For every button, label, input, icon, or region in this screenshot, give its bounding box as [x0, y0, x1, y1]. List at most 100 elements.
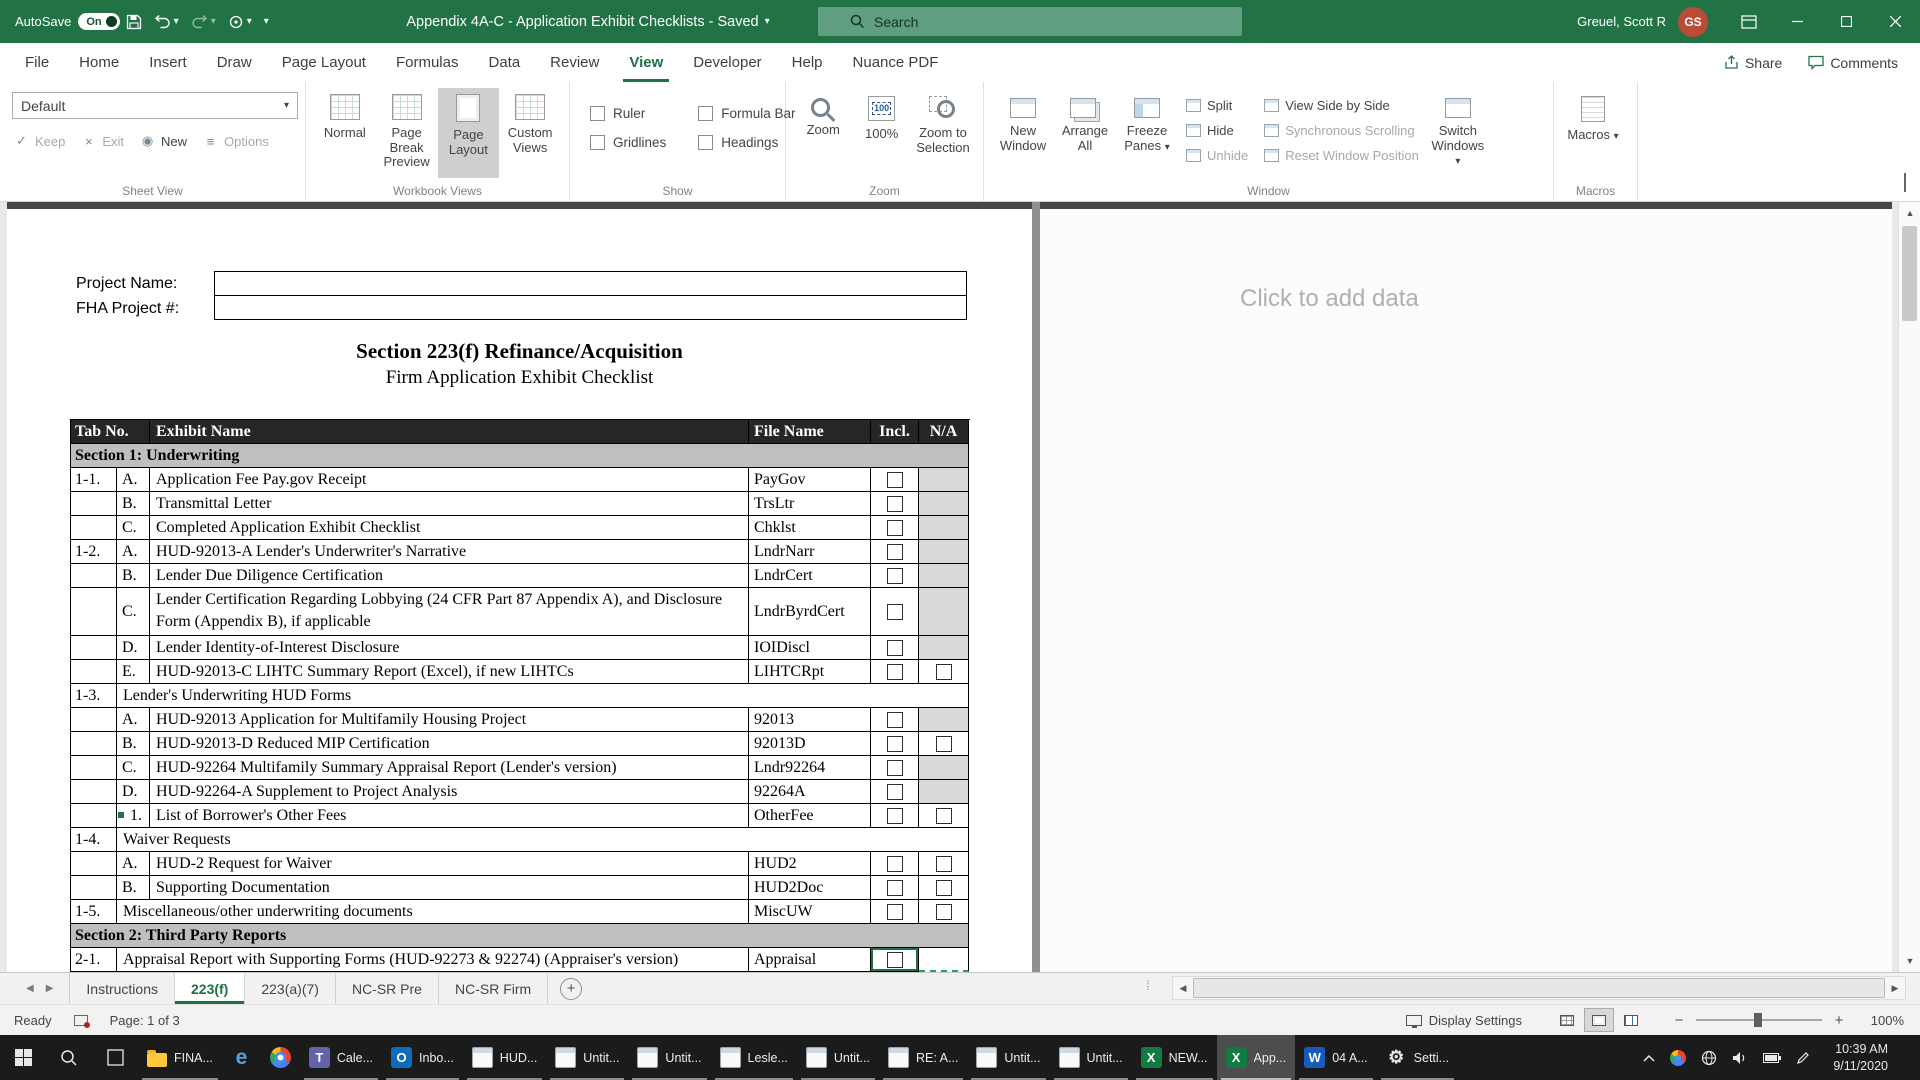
cell-tab-no[interactable] — [71, 588, 117, 636]
cell-sub-letter[interactable]: A. — [117, 540, 150, 564]
cell-na[interactable] — [919, 708, 969, 732]
tab-file[interactable]: File — [10, 43, 64, 82]
taskbar-app-cale-3[interactable]: TCale... — [300, 1035, 382, 1080]
cell-exhibit-name[interactable]: Waiver Requests — [117, 828, 969, 852]
cell-na[interactable] — [919, 660, 969, 684]
incl-checkbox[interactable] — [887, 856, 903, 872]
cell-exhibit-name[interactable]: HUD-92013-D Reduced MIP Certification — [150, 732, 749, 756]
taskbar-app-untit-11[interactable]: Untit... — [967, 1035, 1049, 1080]
status-page-break-button[interactable] — [1616, 1008, 1646, 1032]
start-button[interactable] — [0, 1035, 46, 1080]
redo-button[interactable]: ▾ — [185, 0, 222, 43]
incl-checkbox[interactable] — [887, 904, 903, 920]
cell-sub-letter[interactable]: A. — [117, 852, 150, 876]
view-side-by-side-button[interactable]: View Side by Side — [1264, 98, 1419, 113]
page-layout-view-button[interactable]: Page Layout — [438, 88, 500, 178]
avatar[interactable]: GS — [1678, 7, 1708, 37]
user-name[interactable]: Greuel, Scott R — [1577, 14, 1666, 29]
incl-checkbox[interactable] — [887, 496, 903, 512]
new-sheet-button[interactable]: + — [560, 978, 582, 1000]
synchronous-scrolling-button[interactable]: Synchronous Scrolling — [1264, 123, 1419, 138]
status-page-layout-button[interactable] — [1584, 1008, 1614, 1032]
cell-file-name[interactable]: 92013D — [749, 732, 871, 756]
taskbar-app-rea-10[interactable]: RE: A... — [879, 1035, 967, 1080]
quick-access-chevron[interactable]: ▾ — [247, 17, 252, 27]
cell-na[interactable] — [919, 780, 969, 804]
taskbar-app-04a-15[interactable]: W04 A... — [1295, 1035, 1376, 1080]
tab-draw[interactable]: Draw — [202, 43, 267, 82]
cell-sub-letter[interactable]: C. — [117, 756, 150, 780]
tab-help[interactable]: Help — [777, 43, 838, 82]
taskbar-app-hud-5[interactable]: HUD... — [463, 1035, 547, 1080]
minimize-button[interactable] — [1773, 0, 1822, 43]
cell-file-name[interactable]: 92264A — [749, 780, 871, 804]
cell-tab-no[interactable] — [71, 516, 117, 540]
tab-home[interactable]: Home — [64, 43, 134, 82]
arrange-all-button[interactable]: Arrange All — [1054, 88, 1116, 178]
share-button[interactable]: Share — [1724, 55, 1782, 71]
cell-sub-letter[interactable]: C. — [117, 588, 150, 636]
incl-checkbox[interactable] — [887, 604, 903, 620]
taskbar-app-lesle-8[interactable]: Lesle... — [711, 1035, 797, 1080]
cell-tab-no[interactable] — [71, 660, 117, 684]
incl-checkbox[interactable] — [887, 544, 903, 560]
tray-chrome-icon[interactable] — [1670, 1050, 1686, 1066]
ruler-checkbox[interactable]: Ruler — [590, 106, 666, 121]
cell-na[interactable] — [919, 756, 969, 780]
cell-na[interactable] — [919, 732, 969, 756]
cell-exhibit-name[interactable]: Lender Due Diligence Certification — [150, 564, 749, 588]
cell-file-name[interactable]: LndrNarr — [749, 540, 871, 564]
zoom-in-button[interactable]: + — [1832, 1012, 1846, 1029]
close-button[interactable] — [1871, 0, 1920, 43]
cell-exhibit-name[interactable]: HUD-2 Request for Waiver — [150, 852, 749, 876]
cell-na[interactable] — [919, 516, 969, 540]
cell-tab-no[interactable] — [71, 756, 117, 780]
cell-na[interactable] — [919, 564, 969, 588]
incl-checkbox[interactable] — [887, 520, 903, 536]
na-checkbox[interactable] — [936, 904, 952, 920]
worksheet-page-2[interactable]: Click to add data — [1040, 209, 1892, 972]
undo-button[interactable]: ▾ — [148, 0, 185, 43]
split-button[interactable]: Split — [1186, 98, 1248, 113]
horizontal-scroll-thumb[interactable] — [1193, 978, 1885, 998]
cell-na[interactable] — [919, 492, 969, 516]
tab-data[interactable]: Data — [473, 43, 535, 82]
record-macro-icon[interactable] — [74, 1015, 88, 1026]
cell-na[interactable] — [919, 900, 969, 924]
header-incl[interactable]: Incl. — [871, 420, 919, 444]
zoom-out-button[interactable]: − — [1672, 1012, 1686, 1029]
cell-exhibit-name[interactable]: Lender's Underwriting HUD Forms — [117, 684, 969, 708]
taskbar-app-edge-1[interactable]: e — [222, 1035, 261, 1080]
na-checkbox[interactable] — [936, 736, 952, 752]
collapse-ribbon-button[interactable] — [1904, 175, 1906, 193]
taskbar-app-untit-9[interactable]: Untit... — [797, 1035, 879, 1080]
vertical-scrollbar[interactable]: ▲ ▼ — [1898, 202, 1920, 972]
tab-review[interactable]: Review — [535, 43, 614, 82]
cell-exhibit-name[interactable]: List of Borrower's Other Fees — [150, 804, 749, 828]
search-box[interactable]: Search — [818, 7, 1242, 36]
cell-tab-no[interactable] — [71, 636, 117, 660]
cell-na[interactable] — [919, 588, 969, 636]
vertical-scroll-thumb[interactable] — [1902, 226, 1917, 321]
section-label-cell[interactable]: Section 1: Underwriting — [71, 444, 969, 468]
speaker-icon[interactable] — [1732, 1051, 1748, 1065]
na-checkbox[interactable] — [936, 856, 952, 872]
cell-sub-letter[interactable]: B. — [117, 732, 150, 756]
autosave-toggle[interactable]: AutoSave On — [15, 13, 120, 30]
zoom-button[interactable]: Zoom — [794, 88, 852, 178]
header-exhibit-name[interactable]: Exhibit Name — [150, 420, 749, 444]
sheet-view-options-button[interactable]: ≡Options — [203, 133, 269, 149]
cell-incl[interactable] — [871, 660, 919, 684]
cell-sub-letter[interactable]: E. — [117, 660, 150, 684]
cell-exhibit-name[interactable]: Application Fee Pay.gov Receipt — [150, 468, 749, 492]
cell-incl[interactable] — [871, 756, 919, 780]
cell-na[interactable] — [919, 636, 969, 660]
cell-file-name[interactable]: MiscUW — [749, 900, 871, 924]
pen-icon[interactable] — [1796, 1051, 1810, 1065]
zoom-level[interactable]: 100% — [1856, 1013, 1904, 1028]
scroll-up-arrow[interactable]: ▲ — [1899, 202, 1920, 224]
cell-incl[interactable] — [871, 732, 919, 756]
cell-exhibit-name[interactable]: Miscellaneous/other underwriting documen… — [117, 900, 749, 924]
normal-view-button[interactable]: Normal — [314, 88, 376, 178]
display-settings-button[interactable]: Display Settings — [1406, 1013, 1522, 1028]
